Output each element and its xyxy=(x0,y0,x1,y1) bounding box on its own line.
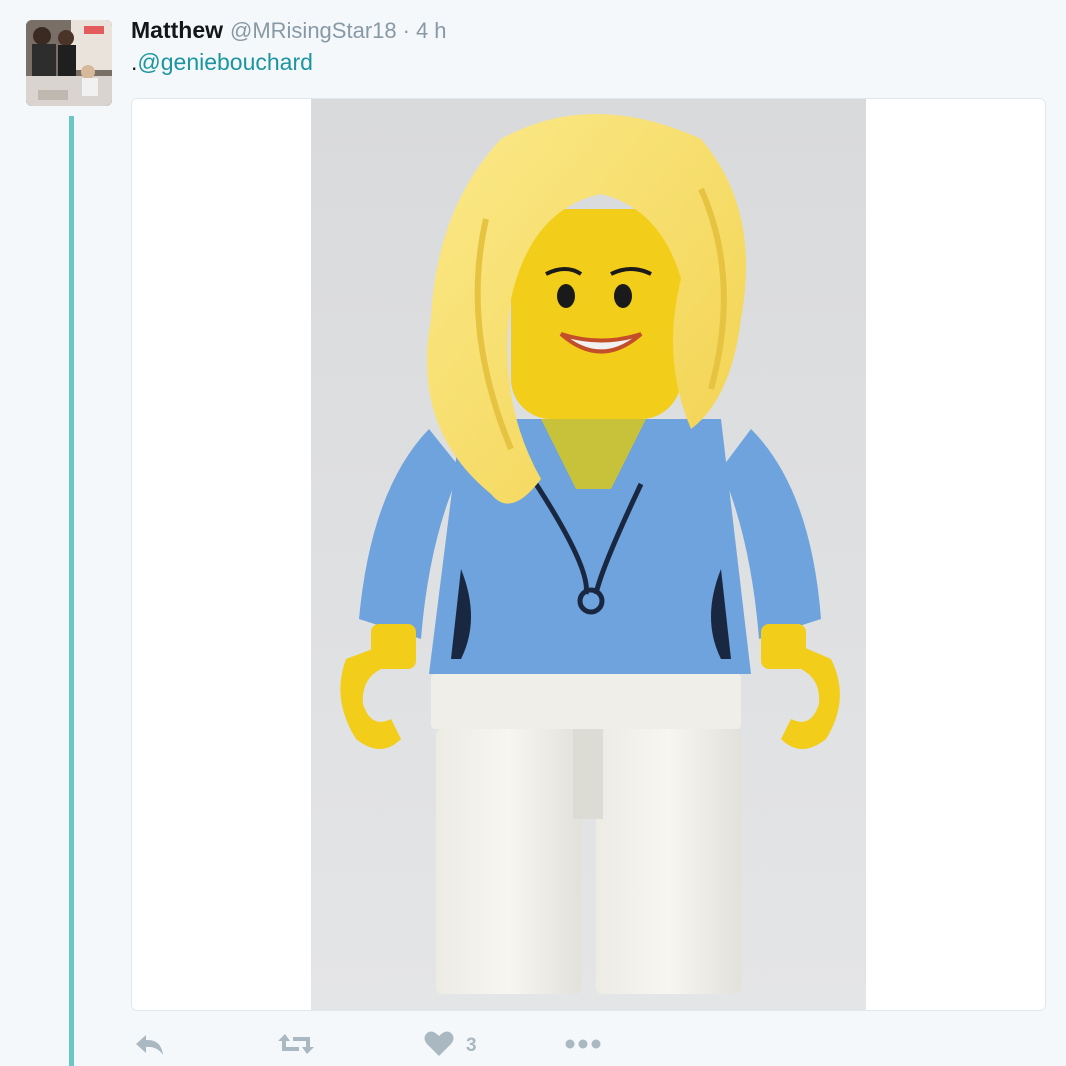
tweet-text: .@geniebouchard xyxy=(131,49,313,76)
retweet-icon xyxy=(277,1031,315,1062)
tweet: Matthew @MRisingStar18 · 4 h .@geniebouc… xyxy=(0,0,1066,1066)
like-count: 3 xyxy=(466,1035,477,1056)
tweet-header: Matthew @MRisingStar18 · 4 h xyxy=(131,17,447,49)
thread-line xyxy=(69,116,74,1066)
reply-button[interactable] xyxy=(133,1028,165,1064)
more-button[interactable] xyxy=(565,1028,601,1064)
avatar-photo xyxy=(26,20,112,106)
retweet-button[interactable] xyxy=(277,1028,315,1064)
separator-dot: · xyxy=(402,18,410,43)
author-name[interactable]: Matthew xyxy=(131,17,223,44)
like-button[interactable]: 3 xyxy=(424,1028,477,1064)
tweet-actions: 3 xyxy=(131,1028,631,1064)
mention-link[interactable]: @geniebouchard xyxy=(137,49,313,75)
tweet-timestamp[interactable]: 4 h xyxy=(416,18,447,44)
media-card[interactable] xyxy=(131,98,1046,1011)
author-avatar[interactable] xyxy=(26,20,112,106)
reply-icon xyxy=(133,1031,165,1062)
heart-icon xyxy=(424,1030,454,1062)
author-handle[interactable]: @MRisingStar18 xyxy=(230,18,397,44)
minifigure-photo xyxy=(311,99,866,1010)
more-dots-icon xyxy=(565,1037,601,1055)
tweet-photo[interactable] xyxy=(311,99,866,1010)
